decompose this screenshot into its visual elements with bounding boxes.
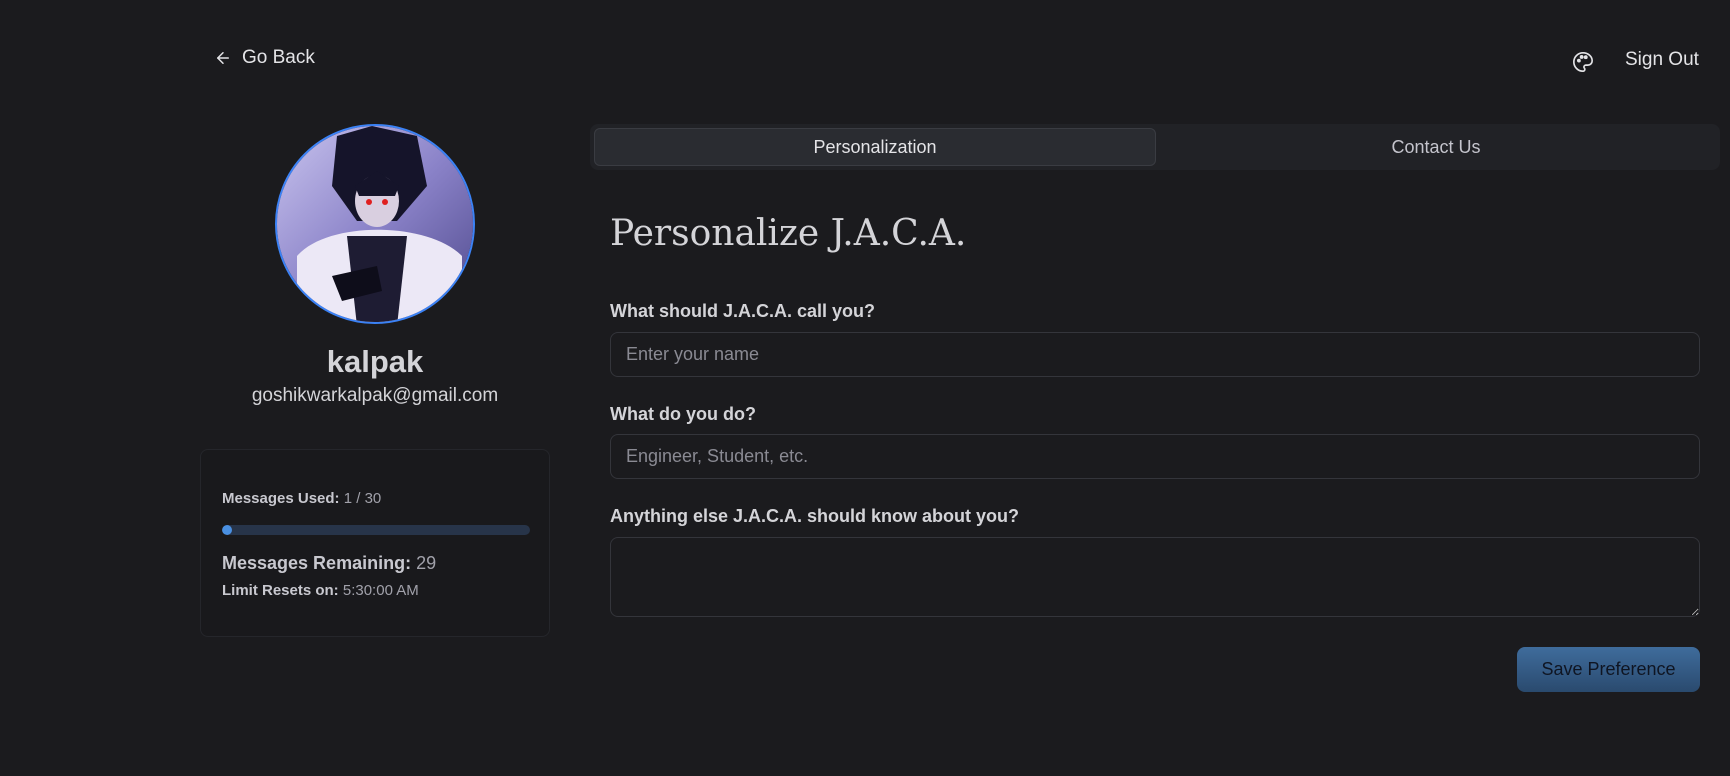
avatar-image — [277, 126, 473, 322]
profile-username: kalpak — [326, 344, 424, 379]
go-back-label: Go Back — [242, 47, 315, 68]
arrow-left-icon — [217, 52, 229, 64]
about-field-label: Anything else J.A.C.A. should know about… — [610, 506, 1020, 526]
name-input[interactable] — [610, 332, 1700, 377]
usage-card: Messages Used: 1 / 30 Messages Remaining… — [200, 449, 550, 637]
usage-progress-bar — [222, 525, 530, 535]
settings-tabs: Personalization Contact Us — [590, 124, 1720, 170]
messages-used: Messages Used: 1 / 30 — [222, 490, 381, 507]
occupation-input[interactable] — [610, 434, 1700, 479]
save-preference-button[interactable]: Save Preference — [1517, 647, 1700, 692]
sign-out-button[interactable]: Sign Out — [1625, 49, 1699, 71]
tab-personalization[interactable]: Personalization — [594, 128, 1156, 166]
messages-remaining-value: 29 — [416, 553, 437, 573]
form-title: Personalize J.A.C.A. — [610, 213, 967, 254]
about-textarea[interactable] — [610, 537, 1700, 617]
limit-resets-label: Limit Resets on: — [222, 582, 339, 599]
avatar — [275, 124, 475, 324]
palette-icon — [1573, 52, 1593, 72]
messages-remaining-label: Messages Remaining: — [222, 553, 412, 573]
go-back-button[interactable]: Go Back — [214, 47, 315, 69]
occupation-field-label: What do you do? — [610, 404, 756, 424]
limit-resets: Limit Resets on: 5:30:00 AM — [222, 582, 419, 599]
limit-resets-value: 5:30:00 AM — [342, 582, 419, 599]
tab-contact-us[interactable]: Contact Us — [1156, 128, 1716, 166]
usage-progress-fill — [222, 525, 233, 535]
settings-page: Go Back Sign Out kalpak goshikwarkalpak@… — [0, 0, 1730, 776]
theme-button[interactable] — [1572, 51, 1594, 73]
name-field-label: What should J.A.C.A. call you? — [610, 301, 876, 321]
messages-used-label: Messages Used: — [222, 490, 340, 507]
messages-remaining: Messages Remaining: 29 — [222, 553, 436, 574]
profile-email: goshikwarkalpak@gmail.com — [251, 385, 499, 406]
messages-used-value: 1 / 30 — [343, 490, 382, 507]
